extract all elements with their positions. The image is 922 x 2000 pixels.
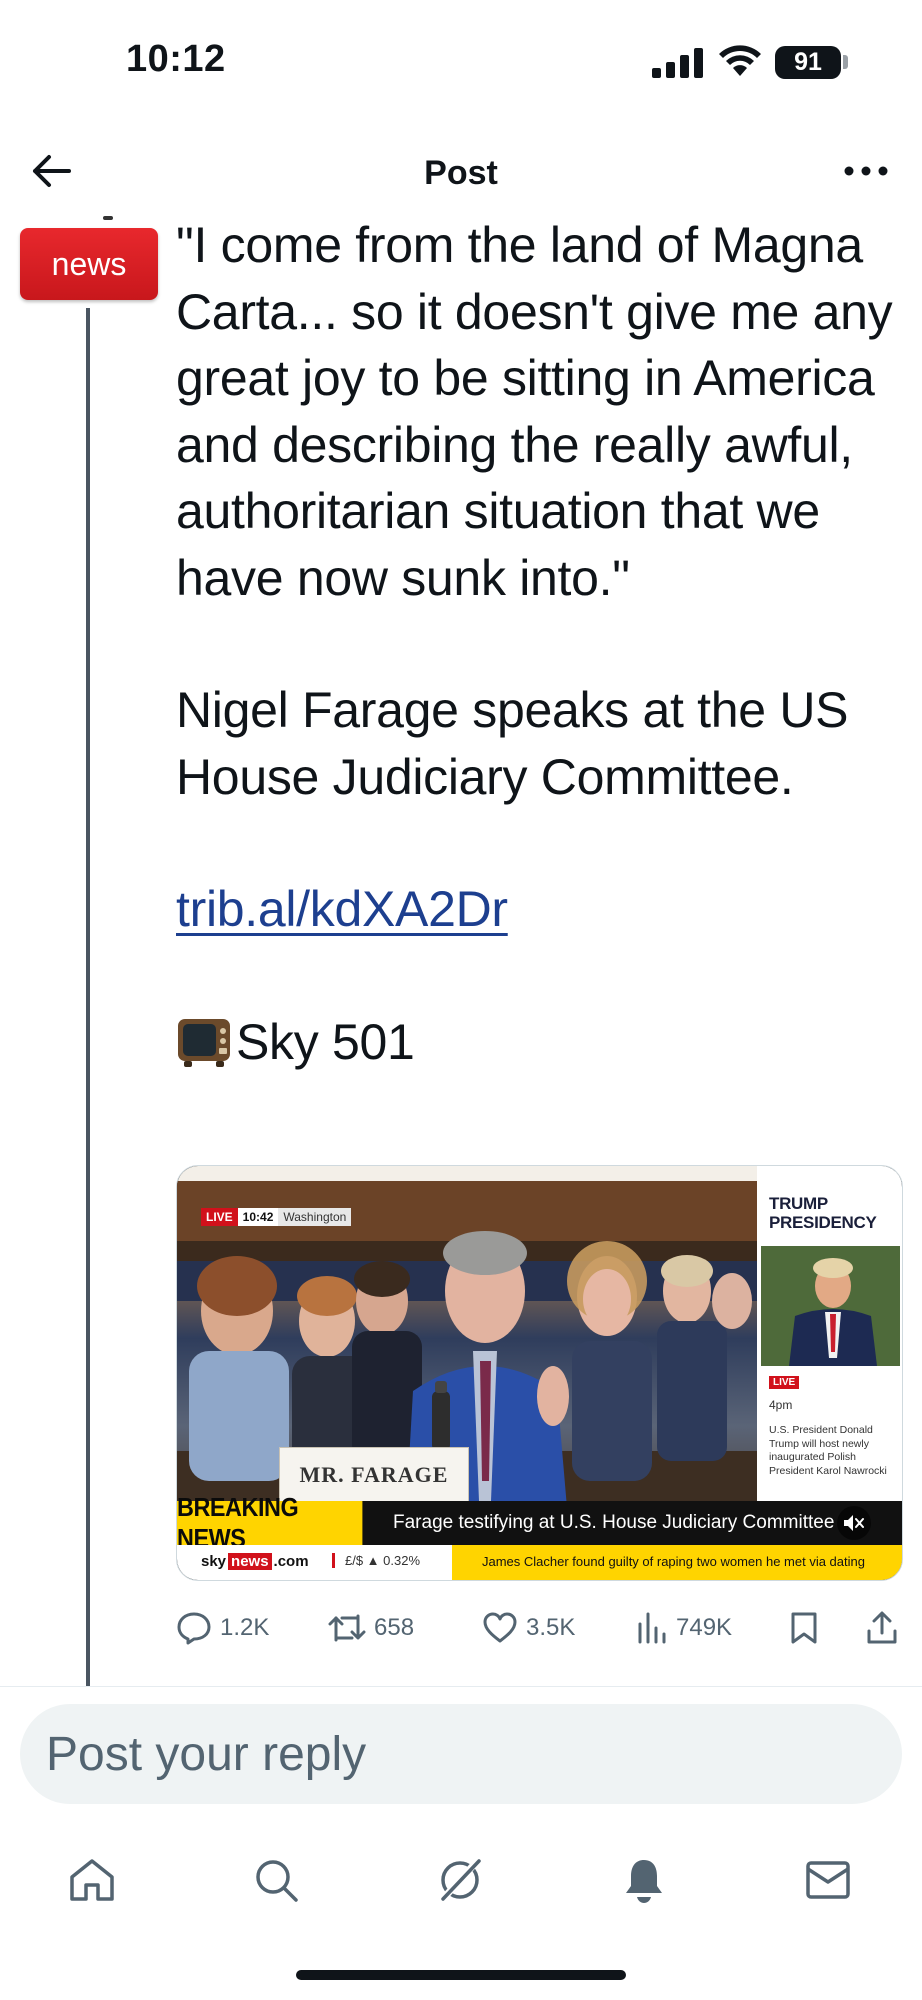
reply-button[interactable]: 1.2K: [176, 1604, 269, 1652]
post-body-text: Nigel Farage speaks at the US House Judi…: [176, 682, 849, 805]
trump-photo-image: [761, 1246, 900, 1366]
notifications-icon: [626, 1860, 662, 1903]
nav-notifications[interactable]: [614, 1850, 674, 1910]
views-button[interactable]: 749K: [636, 1604, 732, 1652]
like-count: 3.5K: [526, 1614, 576, 1641]
nav-search[interactable]: [246, 1850, 306, 1910]
search-icon: [256, 1860, 298, 1902]
currency-ticker: £/$ ▲ 0.32%: [332, 1553, 420, 1568]
post-link[interactable]: trib.al/kdXA2Dr: [176, 881, 508, 937]
post-actions: 1.2K 658 3.5K 749K: [176, 1604, 906, 1652]
page-title: Post: [424, 154, 498, 192]
ticker-headline-bar: James Clacher found guilty of raping two…: [452, 1545, 902, 1580]
side-panel-title: TRUMP PRESIDENCY: [769, 1194, 877, 1232]
breaking-news-bar: BREAKING NEWS Farage testifying at U.S. …: [177, 1492, 902, 1553]
more-horizontal-icon: [844, 166, 888, 176]
share-button[interactable]: [866, 1604, 906, 1652]
nav-messages[interactable]: [798, 1850, 858, 1910]
repost-button[interactable]: 658: [328, 1604, 414, 1652]
side-panel: TRUMP PRESIDENCY LIVE 4pm U.S. President…: [757, 1166, 902, 1531]
repost-count: 658: [374, 1614, 415, 1641]
thread-line: [86, 308, 90, 1686]
bookmark-icon: [791, 1612, 817, 1644]
heart-icon: [483, 1612, 517, 1643]
mute-button[interactable]: [837, 1506, 871, 1540]
live-location: Washington: [278, 1208, 352, 1226]
post-text: "I come from the land of Magna Carta... …: [176, 212, 906, 1075]
bottom-navigation: [0, 1830, 922, 1930]
reply-icon: [177, 1612, 211, 1645]
status-bar: 10:12 91: [0, 0, 922, 125]
side-live-label: LIVE: [769, 1376, 800, 1389]
side-panel-photo: [761, 1246, 900, 1366]
wifi-icon: [719, 45, 761, 76]
view-count: 749K: [676, 1614, 733, 1641]
status-time: 10:12: [126, 38, 226, 80]
post-header: Post: [0, 130, 922, 220]
reply-count: 1.2K: [220, 1614, 270, 1641]
side-description: U.S. President Donald Trump will host ne…: [769, 1424, 887, 1477]
live-label: LIVE: [201, 1208, 238, 1226]
ticker-headline: James Clacher found guilty of raping two…: [482, 1554, 865, 1569]
news-ticker: sky news .com £/$ ▲ 0.32% James Clacher …: [177, 1545, 902, 1580]
channel-label: Sky 501: [236, 1013, 415, 1070]
nav-grok[interactable]: [430, 1850, 490, 1910]
speaker-muted-icon: [844, 1515, 864, 1531]
video-card[interactable]: LIVE 10:42 Washington MR. FARAGE TRUMP P…: [176, 1165, 903, 1581]
video-frame[interactable]: LIVE 10:42 Washington MR. FARAGE: [177, 1181, 757, 1531]
bookmark-button[interactable]: [790, 1604, 826, 1652]
home-indicator: [296, 1970, 626, 1980]
post-quote: "I come from the land of Magna Carta... …: [176, 217, 893, 606]
messages-icon: [806, 1861, 850, 1899]
cellular-signal-icon: [652, 48, 703, 78]
live-indicator: LIVE 10:42 Washington: [201, 1208, 352, 1226]
reply-input[interactable]: Post your reply: [20, 1704, 902, 1804]
battery-indicator: 91: [775, 46, 841, 79]
sky-news-logo: sky news .com: [201, 1553, 309, 1570]
breaking-news-label: BREAKING NEWS: [177, 1492, 363, 1553]
more-options-button[interactable]: [836, 146, 896, 196]
live-time: 10:42: [242, 1210, 274, 1224]
grok-icon: [438, 1856, 482, 1904]
avatar[interactable]: news: [20, 228, 158, 300]
share-icon: [867, 1611, 897, 1644]
nav-home[interactable]: [62, 1850, 122, 1910]
like-button[interactable]: 3.5K: [482, 1604, 575, 1652]
reply-divider: [0, 1686, 922, 1687]
avatar-edge: [103, 216, 113, 220]
home-icon: [70, 1859, 114, 1901]
battery-tip: [843, 55, 848, 69]
television-icon: [178, 1018, 230, 1067]
breaking-news-text: Farage testifying at U.S. House Judiciar…: [393, 1512, 835, 1533]
repost-icon: [328, 1614, 366, 1642]
views-chart-icon: [638, 1612, 666, 1644]
side-time: 4pm: [769, 1398, 793, 1412]
